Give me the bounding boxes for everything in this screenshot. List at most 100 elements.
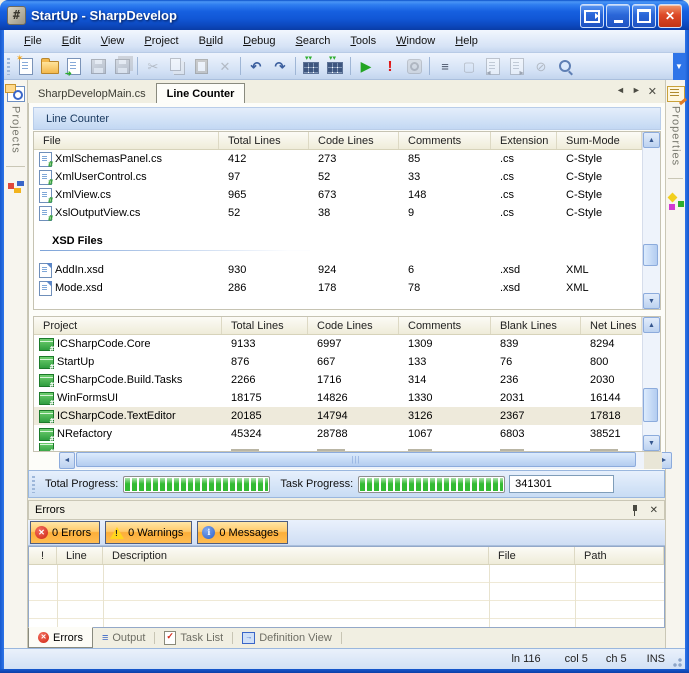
horizontal-scrollbar[interactable]: ◄ ||| ► <box>59 452 672 469</box>
table-row[interactable]: XmlSchemasPanel.cs 412 273 85 .cs C-Styl… <box>34 150 642 168</box>
rebuild-button[interactable] <box>323 55 347 77</box>
table-row[interactable]: Mode.xsd 286 178 78 .xsd XML <box>34 279 642 297</box>
menu-help[interactable]: Help <box>445 32 488 50</box>
toolbar-grip[interactable] <box>7 58 10 75</box>
tab-close-icon[interactable]: ✕ <box>648 85 657 98</box>
close-button[interactable]: ✕ <box>658 4 682 28</box>
save-button[interactable] <box>86 55 110 77</box>
column-header-net-lines[interactable]: Net Lines <box>581 317 642 334</box>
scroll-up-icon[interactable]: ▲ <box>643 317 660 333</box>
progress-strip-grip[interactable] <box>32 476 35 493</box>
paste-button[interactable] <box>189 55 213 77</box>
open-file-button[interactable] <box>38 55 62 77</box>
errors-panel-titlebar[interactable]: Errors ✕ <box>28 500 665 520</box>
classes-tab-icon[interactable] <box>8 181 24 195</box>
menu-debug[interactable]: Debug <box>233 32 285 50</box>
scroll-down-icon[interactable]: ▼ <box>643 293 660 309</box>
title-bar[interactable]: # StartUp - SharpDevelop ✕ <box>0 0 689 30</box>
properties-tab-label[interactable]: Properties <box>670 106 682 166</box>
new-file-button[interactable] <box>14 55 38 77</box>
files-table-scrollbar[interactable]: ▲ ▼ <box>642 132 660 309</box>
tab-next-icon[interactable]: ► <box>632 85 641 98</box>
bookmark-list-button[interactable]: ≡ <box>433 55 457 77</box>
table-row[interactable]: AddIn.xsd 930 924 6 .xsd XML <box>34 261 642 279</box>
menu-search[interactable]: Search <box>286 32 341 50</box>
next-bookmark-button[interactable] <box>505 55 529 77</box>
menu-project[interactable]: Project <box>134 32 188 50</box>
column-header-severity[interactable]: ! <box>29 547 57 564</box>
messages-filter-button[interactable]: i 0 Messages <box>197 521 287 544</box>
column-header-description[interactable]: Description <box>103 547 489 564</box>
menu-tools[interactable]: Tools <box>340 32 386 50</box>
table-row[interactable]: NRefactory 45324 28788 1067 6803 38521 <box>34 425 642 443</box>
pin-icon[interactable] <box>630 504 640 516</box>
tab-sharpdevelopmain[interactable]: SharpDevelopMain.cs <box>28 84 156 103</box>
menu-window[interactable]: Window <box>386 32 445 50</box>
table-row[interactable]: XslOutputView.cs 52 38 9 .cs C-Style <box>34 204 642 222</box>
projects-table-scrollbar[interactable]: ▲ ▼ <box>642 317 660 451</box>
scroll-left-icon[interactable]: ◄ <box>59 452 75 469</box>
column-header-comments[interactable]: Comments <box>399 132 491 149</box>
scroll-down-icon[interactable]: ▼ <box>643 435 660 451</box>
scrollbar-thumb[interactable] <box>643 244 658 266</box>
menu-edit[interactable]: Edit <box>52 32 91 50</box>
tab-errors[interactable]: ✕ Errors <box>28 627 93 648</box>
column-header-code-lines[interactable]: Code Lines <box>308 317 399 334</box>
profile-button[interactable] <box>402 55 426 77</box>
clear-bookmarks-button[interactable]: ⊘ <box>529 55 553 77</box>
table-row-clipped[interactable] <box>34 443 642 451</box>
app-icon[interactable]: # <box>7 6 26 25</box>
column-header-file[interactable]: File <box>489 547 575 564</box>
column-header-path[interactable]: Path <box>575 547 664 564</box>
projects-tab-label[interactable]: Projects <box>10 106 22 154</box>
scrollbar-thumb[interactable] <box>643 388 658 422</box>
minimize-button[interactable] <box>606 4 630 28</box>
column-header-extension[interactable]: Extension <box>491 132 557 149</box>
toolbox-tab-icon[interactable] <box>668 193 684 207</box>
table-row[interactable]: ICSharpCode.Build.Tasks 2266 1716 314 23… <box>34 371 642 389</box>
prev-bookmark-button[interactable] <box>481 55 505 77</box>
column-header-sum-mode[interactable]: Sum-Mode <box>557 132 642 149</box>
tab-task-list[interactable]: Task List <box>155 628 232 648</box>
tab-output[interactable]: ≡ Output <box>93 628 154 648</box>
cut-button[interactable]: ✂ <box>141 55 165 77</box>
resize-grip[interactable] <box>669 654 683 668</box>
undo-button[interactable]: ↶ <box>244 55 268 77</box>
copy-button[interactable] <box>165 55 189 77</box>
column-header-blank-lines[interactable]: Blank Lines <box>491 317 581 334</box>
run-button[interactable]: ▶ <box>354 55 378 77</box>
rollup-button[interactable] <box>580 4 604 28</box>
scrollbar-thumb[interactable]: ||| <box>76 452 636 467</box>
build-button[interactable] <box>299 55 323 77</box>
search-button[interactable] <box>553 55 577 77</box>
menu-file[interactable]: File <box>14 32 52 50</box>
column-header-code-lines[interactable]: Code Lines <box>309 132 399 149</box>
save-all-button[interactable] <box>110 55 134 77</box>
column-header-comments[interactable]: Comments <box>399 317 491 334</box>
scroll-up-icon[interactable]: ▲ <box>643 132 660 148</box>
table-row[interactable]: WinFormsUI 18175 14826 1330 2031 16144 <box>34 389 642 407</box>
column-header-file[interactable]: File <box>34 132 219 149</box>
column-header-project[interactable]: Project <box>34 317 222 334</box>
errors-panel-close-icon[interactable]: ✕ <box>650 505 658 516</box>
delete-button[interactable]: ✕ <box>213 55 237 77</box>
abort-button[interactable]: ! <box>378 55 402 77</box>
redo-button[interactable]: ↷ <box>268 55 292 77</box>
tab-line-counter[interactable]: Line Counter <box>156 83 246 104</box>
table-row[interactable]: XmlView.cs 965 673 148 .cs C-Style <box>34 186 642 204</box>
table-row-selected[interactable]: ICSharpCode.TextEditor 20185 14794 3126 … <box>34 407 642 425</box>
properties-icon[interactable] <box>667 86 685 102</box>
table-row[interactable]: ICSharpCode.Core 9133 6997 1309 839 8294 <box>34 335 642 353</box>
menu-view[interactable]: View <box>91 32 135 50</box>
tab-definition-view[interactable]: → Definition View <box>233 628 341 648</box>
reload-file-button[interactable] <box>62 55 86 77</box>
column-header-line[interactable]: Line <box>57 547 103 564</box>
menu-build[interactable]: Build <box>189 32 233 50</box>
column-header-total-lines[interactable]: Total Lines <box>222 317 308 334</box>
comment-region-button[interactable]: ▢ <box>457 55 481 77</box>
table-row[interactable]: XmlUserControl.cs 97 52 33 .cs C-Style <box>34 168 642 186</box>
projects-icon[interactable] <box>7 86 25 102</box>
toolbar-overflow-button[interactable]: ▼ <box>673 53 685 80</box>
tab-prev-icon[interactable]: ◄ <box>616 85 625 98</box>
warnings-filter-button[interactable]: ! 0 Warnings <box>105 521 192 544</box>
